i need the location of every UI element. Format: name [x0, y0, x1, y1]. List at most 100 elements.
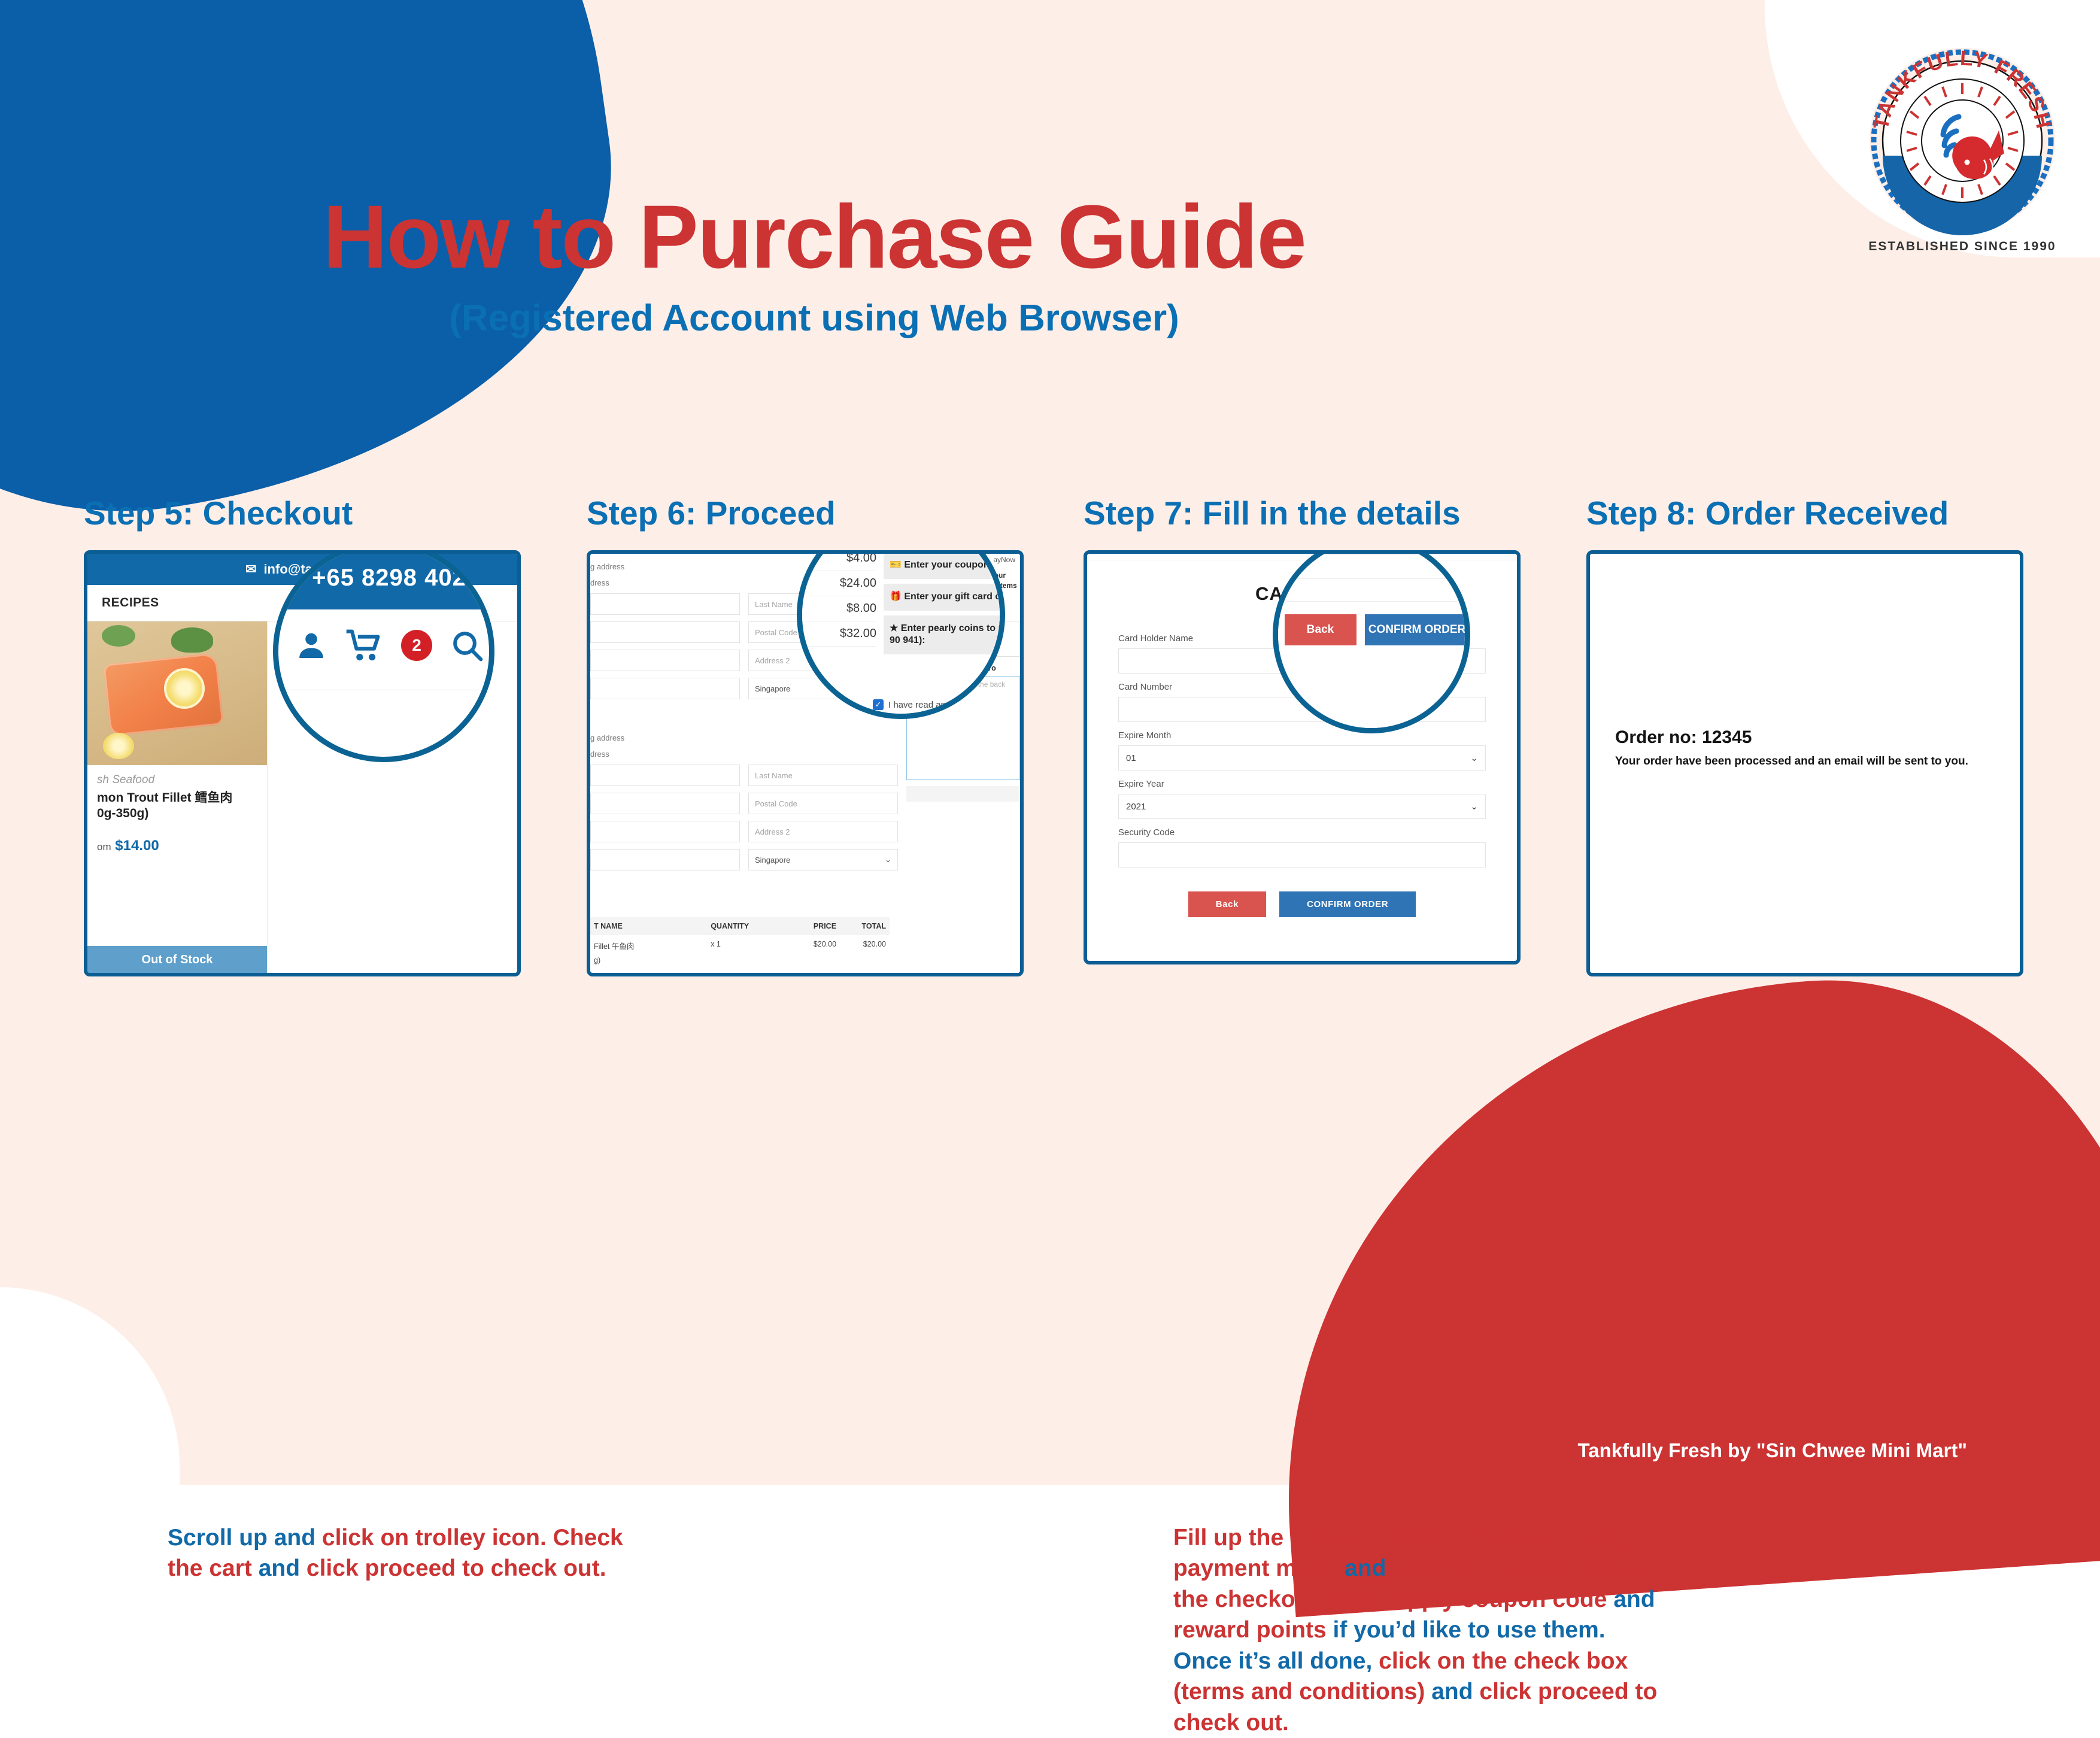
billing-first-name-input[interactable] — [590, 765, 740, 786]
caption-part: and — [258, 1555, 306, 1582]
caption-part: and — [1431, 1679, 1480, 1705]
terms-text: I have read and agree to the — [888, 699, 1002, 710]
order-number: Order no: 12345 — [1615, 727, 1752, 747]
state-input[interactable] — [590, 678, 740, 699]
step-6-heading: Step 6: Proceed — [587, 495, 836, 532]
product-card[interactable]: sh Seafood mon Trout Fillet 鳕鱼肉 0g-350g)… — [87, 621, 268, 973]
herb-garnish-left — [102, 625, 135, 647]
search-icon[interactable] — [450, 629, 484, 662]
caption-part: and — [1613, 1586, 1655, 1612]
order-received-page: Order no: 12345 Your order have been pro… — [1590, 554, 2020, 973]
billing-postal-code-input[interactable]: Postal Code — [748, 793, 898, 814]
billing-city-input[interactable] — [590, 821, 740, 842]
step-7-screenshot: CARD INF Card Holder Name Card Number Ex… — [1084, 550, 1521, 964]
proceed-bar[interactable] — [906, 785, 1020, 802]
th-quantity: QUANTITY — [711, 922, 749, 930]
product-name: mon Trout Fillet 鳕鱼肉 — [97, 791, 233, 805]
gift-icon: 🎁 — [890, 591, 902, 602]
lemon-slice-corner — [103, 733, 134, 759]
mail-icon: ✉ — [245, 562, 257, 577]
order-items-table: T NAME QUANTITY PRICE TOTAL Fillet 午鱼肉 x… — [590, 917, 890, 969]
magnified-back-button[interactable]: Back — [1284, 614, 1356, 645]
product-category: sh Seafood — [97, 774, 155, 786]
magnifier-circle-step5: +65 8298 402 2 — [273, 554, 494, 762]
expire-year-value: 2021 — [1126, 801, 1146, 812]
product-image — [87, 621, 267, 765]
step-5-screenshot: ✉ info@tankfullyf RECIPES sh Seafood mon… — [84, 550, 521, 976]
expire-year-select[interactable]: 2021 ⌄ — [1118, 794, 1486, 819]
billing-sub-label: dress — [590, 750, 609, 759]
td-quantity: x 1 — [711, 940, 721, 948]
user-icon[interactable] — [295, 629, 328, 662]
billing-country-value: Singapore — [755, 855, 791, 865]
first-name-input[interactable] — [590, 593, 740, 615]
caption-part: click proceed to check out. — [306, 1555, 606, 1582]
th-total: TOTAL — [861, 922, 886, 930]
expire-month-select[interactable]: 01 ⌄ — [1118, 745, 1486, 771]
city-input[interactable] — [590, 650, 740, 671]
salmon-fillet-shape — [103, 653, 224, 736]
billing-last-name-input[interactable]: Last Name — [748, 765, 898, 786]
security-code-input[interactable] — [1118, 842, 1486, 868]
magnified-divider — [1278, 601, 1465, 602]
herb-garnish-right — [171, 627, 213, 653]
magnified-form-actions: Back CONFIRM ORDER — [1278, 614, 1465, 645]
cart-icon[interactable] — [346, 629, 383, 662]
price-prefix: om — [97, 841, 111, 853]
step-column-6: Step 6: Proceed g address dress Last Nam… — [587, 494, 1657, 1736]
step-6-screenshot: g address dress Last Name Postal Code Ad… — [587, 550, 1024, 976]
country-select-value: Singapore — [755, 684, 791, 693]
checkout-form: g address dress Last Name Postal Code Ad… — [590, 554, 1020, 973]
table-row-subtext: g) — [594, 956, 601, 964]
page-header: How to Purchase Guide (Registered Accoun… — [0, 192, 1628, 339]
form-actions: Back CONFIRM ORDER — [1118, 868, 1486, 917]
billing-state-input[interactable] — [590, 849, 740, 870]
price-value: $14.00 — [115, 837, 159, 854]
gift-card-label: Enter your gift card code here: — [904, 591, 1001, 602]
td-price: $20.00 — [813, 940, 837, 948]
magnified-divider — [1278, 554, 1465, 555]
step-7-heading: Step 7: Fill in the details — [1084, 495, 1461, 532]
price-line: $4.00 — [802, 554, 876, 571]
step-5-caption: Scroll up and click on trolley icon. Che… — [168, 1522, 653, 1584]
th-price: PRICE — [813, 922, 837, 930]
price-line: $8.00 — [802, 596, 876, 621]
billing-country-select[interactable]: Singapore ⌄ — [748, 849, 898, 870]
gift-card-row[interactable]: 🎁 Enter your gift card code here: — [884, 583, 1001, 611]
billing-address-1-input[interactable] — [590, 793, 740, 814]
billing-address-2-input[interactable]: Address 2 — [748, 821, 898, 842]
chevron-down-icon: ⌄ — [1470, 802, 1478, 812]
terms-checkbox-row[interactable]: ✓ I have read and agree to the Terms & C… — [873, 699, 1002, 710]
magnified-divider — [1278, 578, 1465, 579]
nav-item-recipes[interactable]: RECIPES — [102, 596, 159, 610]
magnifier-circle-step7: Back CONFIRM ORDER — [1273, 554, 1470, 733]
caption-part: and — [1345, 1555, 1393, 1582]
expire-year-label: Expire Year — [1118, 779, 1164, 789]
pearly-coins-row[interactable]: ★ Enter pearly coins to use (Max 90 941)… — [884, 615, 1005, 655]
cart-count-badge: 2 — [401, 630, 432, 661]
card-information-form: CARD INF Card Holder Name Card Number Ex… — [1087, 554, 1517, 961]
terms-checkbox[interactable]: ✓ — [873, 699, 884, 710]
brand-logo: TANKFULLY FRESH — [1867, 45, 2058, 236]
footer-text: Tankfully Fresh by "Sin Chwee Mini Mart" — [1577, 1439, 1967, 1461]
product-weight: 0g-350g) — [97, 806, 149, 821]
address-1-input[interactable] — [590, 621, 740, 643]
magnified-phone-number: +65 8298 402 — [278, 554, 489, 609]
back-button[interactable]: Back — [1188, 891, 1267, 917]
confirm-order-button[interactable]: CONFIRM ORDER — [1279, 891, 1416, 917]
magnified-confirm-order-button[interactable]: CONFIRM ORDER — [1364, 614, 1465, 645]
coupon-icon: 🎫 — [890, 560, 902, 570]
out-of-stock-button[interactable]: Out of Stock — [87, 946, 267, 973]
table-header-row: T NAME QUANTITY PRICE TOTAL — [590, 917, 890, 935]
logo-established-text: ESTABLISHED SINCE 1990 — [1868, 239, 2056, 253]
step-column-8: Step 8: Order Received Order no: 12345 Y… — [1586, 494, 2065, 976]
coupon-label: Enter your coupon here: — [904, 560, 1005, 570]
page-title: How to Purchase Guide — [323, 186, 1307, 287]
step-5-heading: Step 5: Checkout — [84, 495, 353, 532]
price-line: $24.00 — [802, 571, 876, 596]
pearly-coins-label: Enter pearly coins to use (Max 90 941): — [890, 623, 1005, 646]
magnified-discount-rows: 🎫 Enter your coupon here: 🎁 Enter your g… — [884, 554, 1005, 659]
coupon-row[interactable]: 🎫 Enter your coupon here: — [884, 554, 1005, 579]
magnified-content-step6: $20.00 $4.00 $24.00 $8.00 $32.00 🎫 Enter… — [802, 554, 1005, 714]
expire-month-value: 01 — [1126, 753, 1136, 763]
